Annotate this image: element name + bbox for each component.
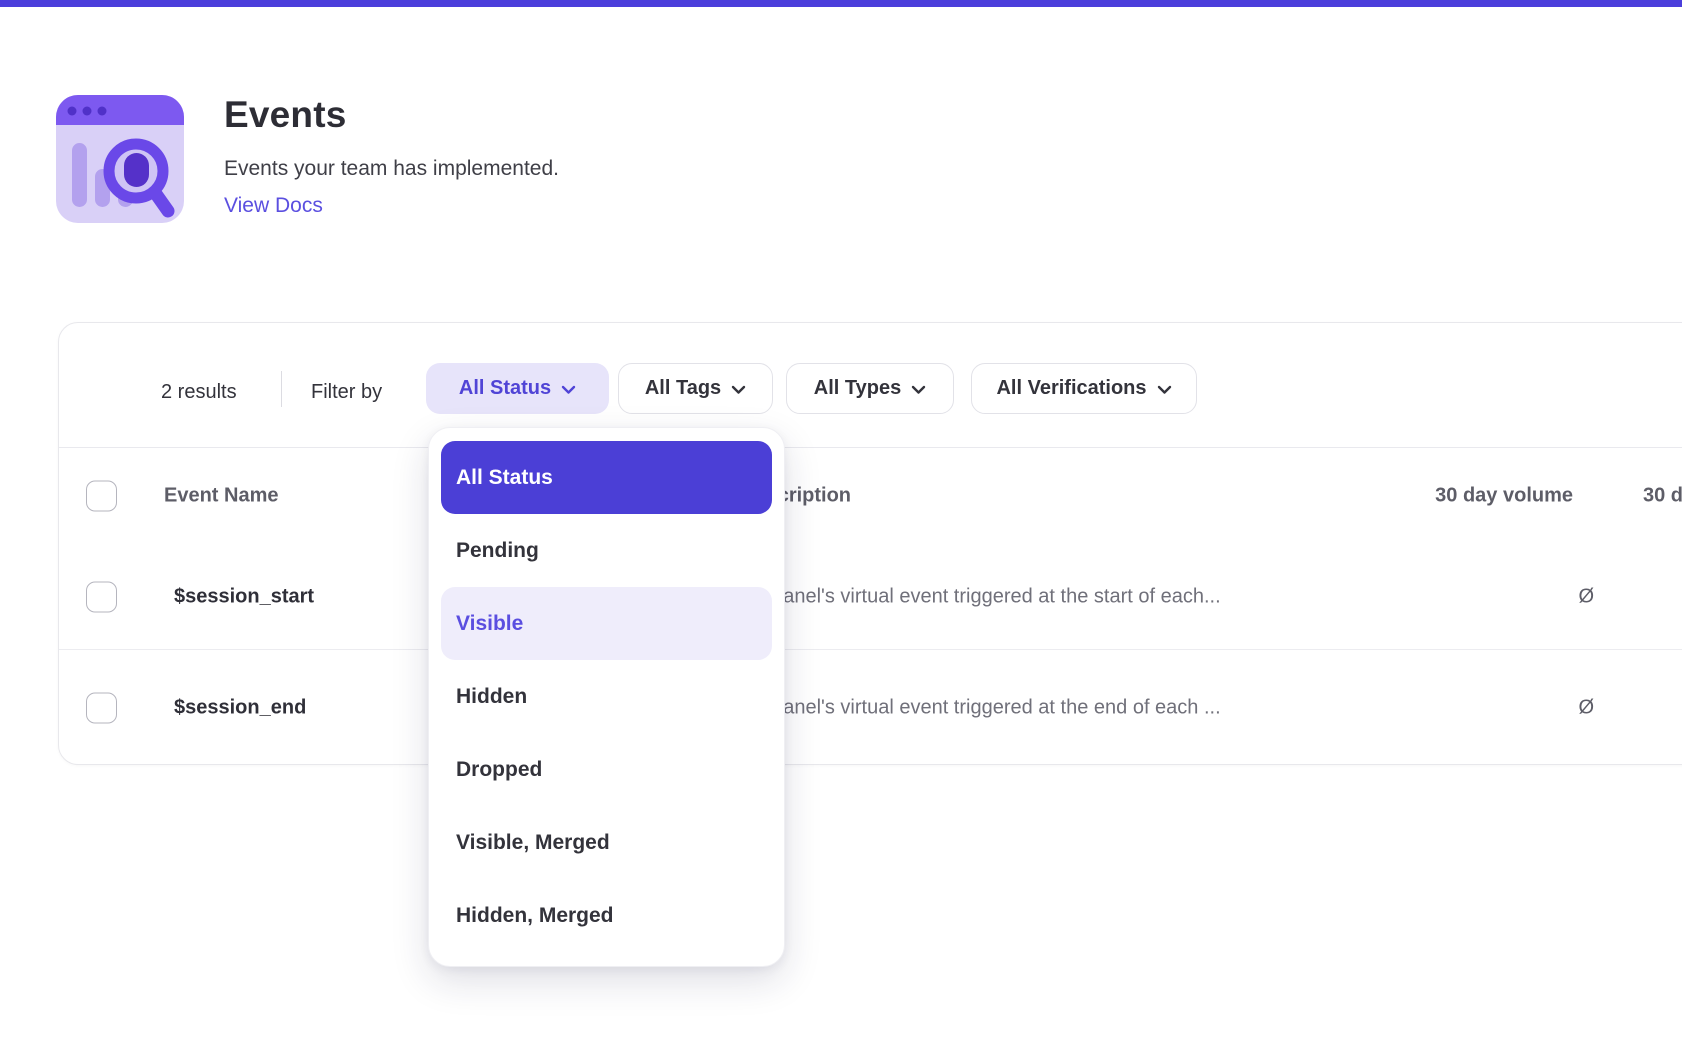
row-checkbox[interactable] xyxy=(86,693,117,724)
top-accent-bar xyxy=(0,0,1682,7)
menu-item-pending[interactable]: Pending xyxy=(441,514,772,587)
menu-item-visible-merged[interactable]: Visible, Merged xyxy=(441,806,772,879)
view-docs-link[interactable]: View Docs xyxy=(224,194,323,218)
filter-tags-button[interactable]: All Tags xyxy=(618,363,773,414)
events-app-icon xyxy=(56,95,184,223)
event-30-day-volume: Ø xyxy=(1259,585,1594,608)
filter-by-label: Filter by xyxy=(311,381,382,404)
event-description: Mixpanel's virtual event triggered at th… xyxy=(741,697,1221,720)
select-all-checkbox[interactable] xyxy=(86,481,117,512)
page-subtitle: Events your team has implemented. xyxy=(224,157,559,181)
filter-status-label: All Status xyxy=(459,377,551,400)
filter-types-button[interactable]: All Types xyxy=(786,363,954,414)
column-header-30-day-extra: 30 d xyxy=(1643,485,1682,508)
page-title: Events xyxy=(224,94,347,136)
column-header-30-day-volume: 30 day volume xyxy=(1201,485,1573,508)
menu-item-hidden-merged[interactable]: Hidden, Merged xyxy=(441,879,772,952)
filter-tags-label: All Tags xyxy=(645,377,721,400)
event-name-link[interactable]: $session_start xyxy=(174,585,314,608)
chevron-down-icon xyxy=(911,385,926,395)
menu-item-visible[interactable]: Visible xyxy=(441,587,772,660)
filter-verifications-label: All Verifications xyxy=(996,377,1146,400)
menu-item-all-status[interactable]: All Status xyxy=(441,441,772,514)
toolbar-divider xyxy=(281,371,282,407)
results-count: 2 results xyxy=(161,381,237,404)
event-description: Mixpanel's virtual event triggered at th… xyxy=(741,585,1221,608)
filter-types-label: All Types xyxy=(814,377,901,400)
column-header-event-name: Event Name xyxy=(164,485,279,508)
chevron-down-icon xyxy=(561,385,576,395)
event-name-link[interactable]: $session_end xyxy=(174,697,306,720)
events-table-card: 2 results Filter by All Status All Tags … xyxy=(58,322,1682,765)
status-dropdown-menu: All Status Pending Visible Hidden Droppe… xyxy=(428,427,785,967)
filter-verifications-button[interactable]: All Verifications xyxy=(971,363,1197,414)
menu-item-dropped[interactable]: Dropped xyxy=(441,733,772,806)
event-30-day-volume: Ø xyxy=(1259,697,1594,720)
chevron-down-icon xyxy=(731,385,746,395)
chevron-down-icon xyxy=(1157,385,1172,395)
filter-status-button[interactable]: All Status xyxy=(426,363,609,414)
row-checkbox[interactable] xyxy=(86,581,117,612)
table-header-row: Event Name Description 30 day volume 30 … xyxy=(59,448,1682,544)
table-row: $session_start Mixpanel's virtual event … xyxy=(59,544,1682,649)
table-row: $session_end Mixpanel's virtual event tr… xyxy=(59,650,1682,766)
menu-item-hidden[interactable]: Hidden xyxy=(441,660,772,733)
events-page: Events Events your team has implemented.… xyxy=(0,0,1682,1046)
